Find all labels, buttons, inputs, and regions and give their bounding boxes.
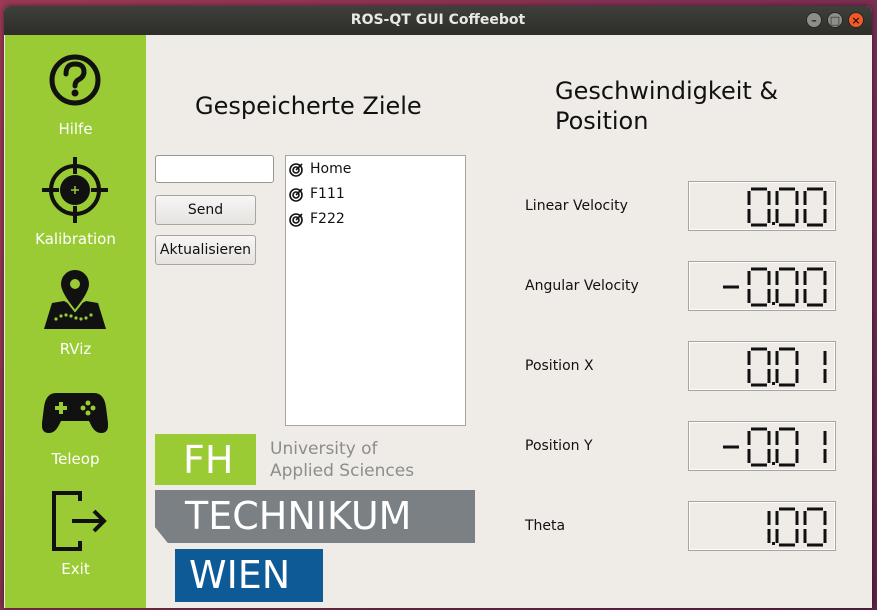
lcd-decimal-point	[772, 542, 775, 545]
target-icon	[289, 163, 303, 177]
crosshair-icon	[42, 157, 108, 223]
title-bar[interactable]: ROS-QT GUI Coffeebot – □ ×	[4, 6, 872, 35]
minimize-button[interactable]: –	[806, 12, 822, 28]
fh-technikum-logo: FH University of Applied Sciences TECHNI…	[155, 434, 477, 602]
app-window: ROS-QT GUI Coffeebot – □ × Hilfe Kalibra…	[4, 6, 872, 608]
sidebar-item-label: Hilfe	[58, 120, 93, 138]
goals-heading: Gespeicherte Ziele	[195, 92, 422, 120]
lcd-decimal-point	[772, 382, 775, 385]
list-item[interactable]: F222	[286, 207, 465, 232]
sidebar-item-label: Exit	[61, 560, 90, 578]
refresh-button[interactable]: Aktualisieren	[155, 235, 256, 265]
lcd-digits	[747, 347, 827, 387]
window-controls: – □ ×	[801, 12, 864, 29]
maximize-button[interactable]: □	[827, 12, 843, 28]
lcd-decimal-point	[772, 462, 775, 465]
linear-velocity-label: Linear Velocity	[525, 198, 628, 214]
goal-list[interactable]: Home F111 F222	[285, 155, 466, 426]
status-heading-line2: Position	[555, 107, 649, 135]
position-x-label: Position X	[525, 358, 594, 374]
list-item[interactable]: Home	[286, 157, 465, 182]
target-icon	[289, 213, 303, 227]
window-title: ROS-QT GUI Coffeebot	[350, 12, 526, 28]
sidebar-item-kalibration[interactable]: Kalibration	[5, 145, 146, 255]
logo-university-line2: Applied Sciences	[270, 461, 415, 481]
sidebar-item-rviz[interactable]: RViz	[5, 255, 146, 365]
position-y-display	[688, 421, 836, 471]
linear-velocity-display	[688, 181, 836, 231]
logo-wien-text: WIEN	[189, 553, 291, 597]
logo-university-text: University of Applied Sciences	[270, 438, 414, 482]
logo-fh-text: FH	[183, 438, 234, 482]
sidebar-item-hilfe[interactable]: Hilfe	[5, 35, 146, 145]
angular-velocity-label: Angular Velocity	[525, 278, 639, 294]
sidebar-item-label: Teleop	[51, 450, 100, 468]
help-icon	[49, 54, 101, 106]
list-item[interactable]: F111	[286, 182, 465, 207]
sidebar: Hilfe Kalibration RViz Teleop Exit	[5, 35, 146, 608]
send-button[interactable]: Send	[155, 195, 256, 225]
lcd-digits	[723, 267, 827, 307]
angular-velocity-display	[688, 261, 836, 311]
lcd-digits	[723, 427, 827, 467]
exit-icon	[52, 491, 107, 551]
goal-name-input[interactable]	[155, 155, 274, 183]
theta-display	[688, 501, 836, 551]
target-icon	[289, 188, 303, 202]
goal-label: F222	[310, 211, 345, 227]
goal-label: Home	[310, 161, 352, 177]
lcd-digits	[747, 187, 827, 227]
map-pin-icon	[44, 267, 106, 329]
lcd-decimal-point	[772, 222, 775, 225]
close-button[interactable]: ×	[848, 12, 864, 28]
logo-technikum-text: TECHNIKUM	[185, 494, 412, 538]
lcd-decimal-point	[772, 302, 775, 305]
sidebar-item-label: RViz	[59, 340, 92, 358]
status-heading: Geschwindigkeit & Position	[555, 76, 778, 136]
sidebar-item-label: Kalibration	[35, 230, 116, 248]
gamepad-icon	[42, 393, 108, 433]
sidebar-item-exit[interactable]: Exit	[5, 475, 146, 585]
lcd-digits	[767, 507, 827, 547]
theta-label: Theta	[525, 518, 566, 534]
position-x-display	[688, 341, 836, 391]
goal-label: F111	[310, 186, 345, 202]
status-heading-line1: Geschwindigkeit &	[555, 77, 779, 105]
position-y-label: Position Y	[525, 438, 593, 454]
logo-university-line1: University of	[270, 439, 378, 459]
sidebar-item-teleop[interactable]: Teleop	[5, 365, 146, 475]
